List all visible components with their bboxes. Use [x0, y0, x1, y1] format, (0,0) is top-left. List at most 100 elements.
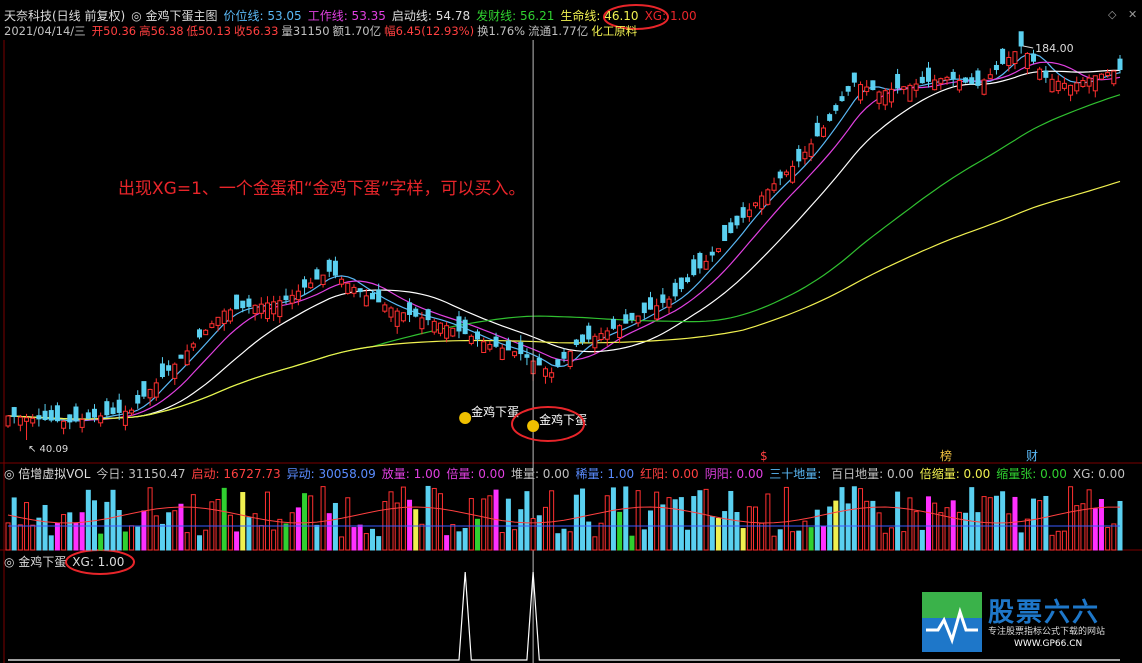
date-label: 2021/04/14/三 [4, 24, 86, 38]
candle-body [122, 410, 128, 426]
candle-body [326, 259, 332, 272]
volume-bar [462, 527, 468, 551]
candle-body [969, 77, 975, 85]
candle-body [512, 351, 518, 357]
volume-bar [129, 525, 135, 551]
candle-body [524, 354, 530, 358]
volume-bar [499, 532, 505, 551]
volume-bar [728, 490, 734, 551]
info-7: 换1.76% [477, 24, 526, 38]
candle-body [277, 300, 283, 318]
volume-bar [283, 523, 289, 551]
buy-annotation: 出现XG=1、一个金蛋和“金鸡下蛋”字样，可以买入。 [118, 179, 526, 199]
candle-body [104, 401, 110, 416]
candle-body [833, 105, 839, 111]
volume-bar [425, 485, 431, 551]
volume-bar [1074, 505, 1080, 551]
volume-bar [314, 524, 320, 551]
candle-body [1018, 31, 1024, 47]
candle-body [419, 317, 425, 330]
candle-body [635, 315, 641, 324]
candle-body [376, 289, 382, 303]
volume-bar [858, 488, 864, 551]
volume-bar [771, 535, 777, 551]
volume-bar [326, 513, 332, 551]
volume-bar [1037, 500, 1043, 551]
volume-bar [320, 486, 326, 551]
candle-body [715, 248, 721, 252]
vol-item-11: 倍缩量: 0.00 [919, 467, 991, 481]
diamond-icon[interactable]: ◇ [1108, 8, 1116, 21]
volume-bar [919, 529, 925, 551]
close-icon[interactable]: ✕ [1128, 8, 1137, 21]
volume-bar [5, 522, 11, 551]
candle-body [851, 72, 857, 83]
candle-body [98, 415, 104, 424]
candle-body [703, 260, 709, 270]
volume-bar [73, 522, 79, 551]
volume-bar [271, 529, 277, 551]
candle-body [382, 304, 388, 312]
volume-bar [561, 528, 567, 551]
ohlc-info-row: 2021/04/14/三 开50.36 高56.38 低50.13 收56.33 量311… [4, 24, 640, 38]
param-2: 启动线: 54.78 [391, 9, 471, 23]
volume-bar [512, 529, 518, 551]
candle-body [197, 329, 203, 338]
vol-item-1: 启动: 16727.73 [191, 467, 281, 481]
candle-body [567, 350, 573, 368]
volume-bar [184, 532, 190, 551]
candle-body [221, 310, 227, 325]
candle-body [147, 388, 153, 399]
volume-bar [796, 530, 802, 551]
volume-bar [660, 504, 666, 551]
volume-bar [178, 503, 184, 551]
volume-bar [542, 506, 548, 551]
candle-body [227, 309, 233, 322]
info-2: 低50.13 [186, 24, 231, 38]
candle-body [691, 259, 697, 276]
volume-bar [413, 509, 419, 551]
candle-body [864, 86, 870, 93]
volume-bar [419, 523, 425, 551]
candle-body [345, 282, 351, 294]
candle-body [271, 301, 277, 315]
volume-bar [147, 487, 153, 551]
candle-body [499, 347, 505, 360]
volume-bar [617, 511, 623, 551]
candle-body [660, 294, 666, 303]
candle-body [623, 314, 629, 324]
candle-body [845, 86, 851, 92]
volume-bar [1111, 523, 1117, 551]
candle-body [765, 189, 771, 205]
volume-bar [740, 528, 746, 551]
volume-bar [48, 535, 54, 551]
candle-body [1098, 73, 1104, 80]
stock-title: 天奈科技(日线 前复权) [4, 9, 126, 23]
candle-body [42, 410, 48, 420]
candle-body [48, 410, 54, 421]
vol-item-2: 异动: 30058.09 [286, 467, 376, 481]
volume-bar [722, 511, 728, 551]
volume-bar [369, 528, 375, 551]
vol-name: ◎ 倍增虚拟VOL [4, 467, 91, 481]
candle-body [549, 372, 555, 378]
candle-body [475, 331, 481, 340]
candle-body [166, 365, 172, 371]
candle-body [1074, 82, 1080, 92]
xg-value: XG: 1.00 [72, 555, 125, 569]
candle-body [1049, 78, 1055, 93]
candle-body [598, 333, 604, 340]
volume-bar [357, 524, 363, 551]
candle-body [450, 327, 456, 337]
volume-bar [172, 510, 178, 551]
candle-body [36, 415, 42, 420]
high-price-pointer [1023, 45, 1034, 49]
candle-body [814, 122, 820, 137]
volume-bar [697, 490, 703, 551]
param-4: 生命线: 46.10 [560, 9, 639, 23]
candle-body [332, 260, 338, 276]
volume-bar [339, 536, 345, 551]
candle-body [722, 224, 728, 242]
candle-body [493, 336, 499, 347]
indicator-name: ◎ 金鸡下蛋主图 [131, 9, 218, 23]
